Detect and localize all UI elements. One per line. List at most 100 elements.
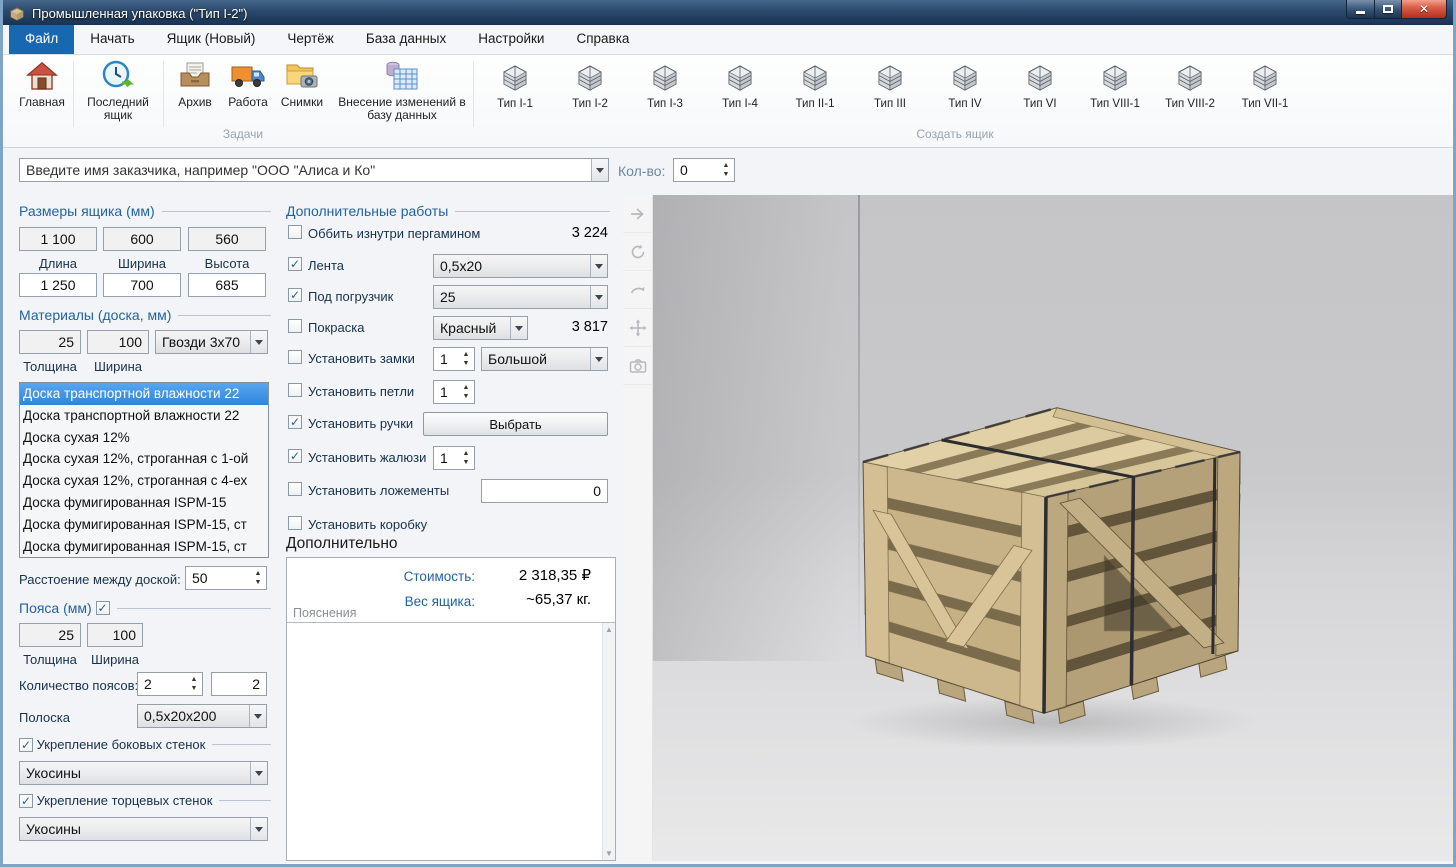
- board-type-option[interactable]: Доска транспортной влажности 22: [20, 405, 268, 427]
- board-type-option[interactable]: Доска сухая 12%: [20, 427, 268, 449]
- chevron-down-icon[interactable]: [250, 762, 267, 784]
- notes-scrollbar[interactable]: ▲ ▼: [602, 623, 615, 860]
- forward-arrow-button[interactable]: [623, 195, 653, 233]
- spinner-arrows-icon[interactable]: ▲ ▼: [458, 348, 474, 370]
- board-type-option[interactable]: Доска сухая 12%, строганная с 1-ой: [20, 448, 268, 470]
- board-type-listbox[interactable]: Доска транспортной влажности 22 Доска тра…: [19, 382, 269, 558]
- chevron-down-icon[interactable]: [590, 348, 607, 370]
- belt-count2-field[interactable]: 2: [211, 672, 267, 696]
- spinner-arrows-icon[interactable]: ▲ ▼: [458, 447, 474, 469]
- recent-box-button[interactable]: Последний ящик: [76, 59, 160, 122]
- chevron-down-icon[interactable]: [590, 286, 607, 308]
- chevron-down-icon[interactable]: [249, 705, 266, 727]
- maximize-button[interactable]: [1375, 0, 1402, 19]
- belt-count-stepper[interactable]: 2 ▲ ▼: [137, 672, 203, 696]
- paint-color-select[interactable]: Красный: [433, 316, 528, 340]
- inner-length-field[interactable]: 1 250: [19, 273, 97, 297]
- board-type-option[interactable]: Доска фумигированная ISPM-15, ст: [20, 536, 268, 557]
- belt-thickness-field[interactable]: 25: [19, 623, 81, 647]
- hinges-count-stepper[interactable]: 1 ▲ ▼: [433, 380, 475, 404]
- side-reinforcement-checkbox[interactable]: ✓: [19, 737, 33, 752]
- rotate-button[interactable]: [623, 233, 653, 271]
- nails-select[interactable]: Гвозди 3х70: [155, 330, 268, 354]
- box-type-button[interactable]: Тип VI: [1011, 63, 1069, 110]
- install-box-checkbox[interactable]: [288, 516, 302, 530]
- menu-tab[interactable]: Ящик (Новый): [151, 25, 272, 54]
- crate-3d-render[interactable]: [853, 393, 1245, 733]
- belt-width-field[interactable]: 100: [87, 623, 143, 647]
- lodgements-checkbox[interactable]: [288, 482, 302, 496]
- box-type-button[interactable]: Тип II-1: [786, 63, 844, 110]
- menu-tab[interactable]: Справка: [560, 25, 645, 54]
- snapshots-button[interactable]: Снимки: [274, 59, 330, 109]
- menu-tab[interactable]: Файл: [9, 25, 75, 54]
- locks-size-select[interactable]: Большой: [481, 347, 608, 371]
- box-type-button[interactable]: Тип I-2: [561, 63, 619, 110]
- locks-count-stepper[interactable]: 1 ▲ ▼: [433, 347, 475, 371]
- chevron-down-icon[interactable]: [510, 317, 527, 339]
- belts-checkbox[interactable]: ✓: [95, 601, 110, 615]
- scroll-up-icon[interactable]: ▲: [605, 625, 613, 634]
- end-reinforcement-select[interactable]: Укосины: [19, 817, 268, 841]
- board-thickness-field[interactable]: 25: [19, 330, 81, 354]
- chevron-down-icon[interactable]: [250, 331, 267, 353]
- chevron-down-icon[interactable]: [591, 159, 608, 181]
- choose-handles-button[interactable]: Выбрать: [423, 412, 608, 436]
- customer-name-combobox[interactable]: Введите имя заказчика, например "ООО "Ал…: [19, 158, 609, 182]
- menu-tab[interactable]: Начать: [74, 25, 150, 54]
- louvers-checkbox[interactable]: ✓: [288, 449, 302, 463]
- tape-checkbox[interactable]: ✓: [288, 257, 302, 271]
- inner-height-field[interactable]: 685: [188, 273, 266, 297]
- work-button[interactable]: Работа: [222, 59, 274, 109]
- viewport-3d[interactable]: [623, 195, 1453, 861]
- camera-button[interactable]: [623, 347, 653, 385]
- end-reinforcement-checkbox[interactable]: ✓: [19, 793, 33, 808]
- menu-tab[interactable]: Чертёж: [271, 25, 349, 54]
- forklift-checkbox[interactable]: ✓: [288, 288, 302, 302]
- minimize-button[interactable]: [1346, 0, 1375, 19]
- menu-tab[interactable]: База данных: [350, 25, 462, 54]
- board-spacing-stepper[interactable]: 50 ▲ ▼: [185, 566, 267, 590]
- pergamin-checkbox[interactable]: [288, 225, 302, 239]
- side-reinforcement-select[interactable]: Укосины: [19, 761, 268, 785]
- box-type-button[interactable]: Тип IV: [936, 63, 994, 110]
- board-type-option[interactable]: Доска сухая 12%, строганная с 4-ех: [20, 470, 268, 492]
- pan-button[interactable]: [623, 309, 653, 347]
- scroll-down-icon[interactable]: ▼: [605, 849, 613, 858]
- board-type-option[interactable]: Доска фумигированная ISPM-15, ст: [20, 514, 268, 536]
- forklift-select[interactable]: 25: [433, 285, 608, 309]
- box-type-button[interactable]: Тип VIII-2: [1161, 63, 1219, 110]
- lodgements-count-field[interactable]: 0: [481, 479, 608, 503]
- board-type-option[interactable]: Доска транспортной влажности 22: [20, 383, 268, 405]
- box-type-button[interactable]: Тип III: [861, 63, 919, 110]
- chevron-down-icon[interactable]: [250, 818, 267, 840]
- close-button[interactable]: ✕: [1402, 0, 1447, 19]
- spinner-arrows-icon[interactable]: ▲ ▼: [718, 159, 734, 181]
- chevron-down-icon[interactable]: [590, 255, 607, 277]
- handles-checkbox[interactable]: ✓: [288, 415, 302, 429]
- outer-height-field[interactable]: 560: [188, 227, 266, 251]
- notes-textarea[interactable]: [287, 623, 601, 860]
- box-type-button[interactable]: Тип VII-1: [1236, 63, 1294, 110]
- spinner-arrows-icon[interactable]: ▲ ▼: [250, 567, 266, 589]
- box-type-button[interactable]: Тип I-4: [711, 63, 769, 110]
- hinges-checkbox[interactable]: [288, 383, 302, 397]
- board-type-option[interactable]: Доска фумигированная ISPM-15: [20, 492, 268, 514]
- louvers-count-stepper[interactable]: 1 ▲ ▼: [433, 446, 475, 470]
- box-type-button[interactable]: Тип VIII-1: [1086, 63, 1144, 110]
- home-button[interactable]: Главная: [13, 59, 71, 109]
- board-width-field[interactable]: 100: [87, 330, 149, 354]
- menu-tab[interactable]: Настройки: [462, 25, 560, 54]
- strip-select[interactable]: 0,5х20х200: [137, 704, 267, 728]
- tape-size-select[interactable]: 0,5х20: [433, 254, 608, 278]
- locks-checkbox[interactable]: [288, 350, 302, 364]
- paint-checkbox[interactable]: [288, 319, 302, 333]
- inner-width-field[interactable]: 700: [103, 273, 181, 297]
- outer-length-field[interactable]: 1 100: [19, 227, 97, 251]
- quantity-stepper[interactable]: 0 ▲ ▼: [673, 158, 735, 182]
- db-changes-button[interactable]: Внесение изменений в базу данных: [337, 59, 467, 122]
- spinner-arrows-icon[interactable]: ▲ ▼: [458, 381, 474, 403]
- box-type-button[interactable]: Тип I-1: [486, 63, 544, 110]
- orbit-button[interactable]: [623, 271, 653, 309]
- archive-button[interactable]: Архив: [170, 59, 220, 109]
